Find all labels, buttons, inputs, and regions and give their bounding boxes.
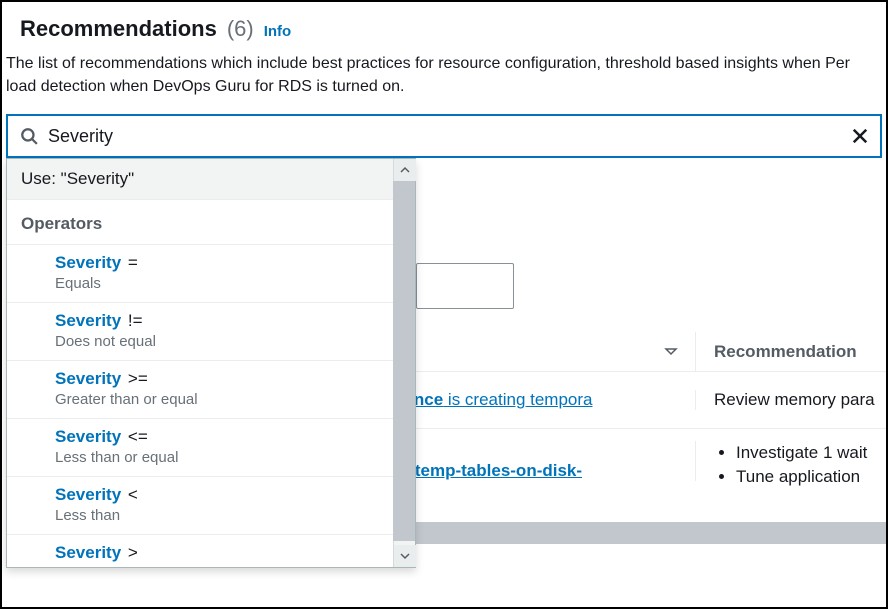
panel-title: Recommendations: [20, 16, 217, 42]
operator-field: Severity: [55, 253, 121, 272]
operator-symbol: !=: [128, 311, 143, 330]
operator-option-not-equals[interactable]: Severity != Does not equal: [7, 302, 393, 360]
recommendation-bullet: Investigate 1 wait: [736, 441, 882, 465]
operator-description: Less than: [55, 507, 379, 524]
operator-description: Less than or equal: [55, 449, 379, 466]
operator-field: Severity: [55, 485, 121, 504]
info-link[interactable]: Info: [264, 23, 292, 40]
table-row: sql-instance is creating tempora Review …: [340, 372, 886, 429]
search-suggestions-dropdown: Use: "Severity" Operators Severity = Equ…: [6, 158, 416, 568]
operator-symbol: >=: [128, 369, 148, 388]
panel-header: Recommendations (6) Info: [2, 2, 886, 42]
operator-option-gte[interactable]: Severity >= Greater than or equal: [7, 360, 393, 418]
operator-option-gt[interactable]: Severity >: [7, 534, 393, 567]
operator-option-lt[interactable]: Severity < Less than: [7, 476, 393, 534]
operator-symbol: =: [128, 253, 138, 272]
sort-icon: [663, 344, 679, 360]
recommendations-panel: Recommendations (6) Info The list of rec…: [0, 0, 888, 609]
table-header-row: Recommendation: [340, 332, 886, 372]
search-icon: [20, 127, 38, 145]
operator-field: Severity: [55, 543, 121, 562]
recommendation-column-header[interactable]: Recommendation: [696, 342, 886, 362]
recommendation-bullet: Tune application: [736, 465, 882, 489]
scroll-thumb[interactable]: [393, 181, 415, 541]
operator-description: Equals: [55, 275, 379, 292]
operator-field: Severity: [55, 369, 121, 388]
search-input[interactable]: [48, 116, 850, 156]
panel-count: (6): [227, 16, 254, 42]
operator-field: Severity: [55, 427, 121, 446]
operator-field: Severity: [55, 311, 121, 330]
horizontal-scrollbar[interactable]: [412, 522, 886, 544]
operator-option-lte[interactable]: Severity <= Less than or equal: [7, 418, 393, 476]
search-box[interactable]: [6, 114, 882, 158]
recommendation-list: Investigate 1 wait Tune application: [696, 441, 886, 489]
use-literal-option[interactable]: Use: "Severity": [7, 159, 393, 199]
background-dropdown-stub[interactable]: [416, 263, 514, 309]
operator-symbol: <=: [128, 427, 148, 446]
search-wrap: Use: "Severity" Operators Severity = Equ…: [6, 114, 882, 158]
operator-symbol: >: [128, 543, 138, 562]
scroll-down-arrow[interactable]: [394, 545, 416, 567]
insight-text: is creating tempora: [443, 390, 592, 409]
operator-option-equals[interactable]: Severity = Equals: [7, 244, 393, 302]
panel-description: The list of recommendations which includ…: [2, 42, 886, 98]
recommendations-table: Recommendation sql-instance is creating …: [340, 332, 886, 489]
dropdown-body: Use: "Severity" Operators Severity = Equ…: [7, 159, 415, 567]
operator-symbol: <: [128, 485, 138, 504]
table-row: d on drg-temp-tables-on-disk- Investigat…: [340, 429, 886, 489]
operators-section-header: Operators: [7, 199, 393, 244]
scroll-up-arrow[interactable]: [394, 159, 416, 181]
dropdown-scrollbar[interactable]: [393, 159, 415, 567]
operator-description: Does not equal: [55, 333, 379, 350]
clear-icon[interactable]: [850, 126, 870, 146]
recommendation-text: Review memory para: [696, 390, 886, 410]
operator-description: Greater than or equal: [55, 391, 379, 408]
